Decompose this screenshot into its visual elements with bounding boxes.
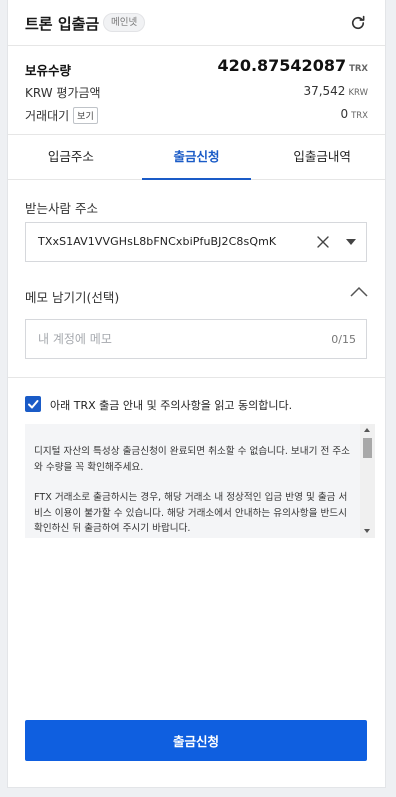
submit-withdraw-button[interactable]: 출금신청 — [25, 720, 367, 761]
notice-box: 디지털 자산의 특성상 출금신청이 완료되면 취소할 수 없습니다. 보내기 전… — [25, 424, 375, 538]
chevron-up-icon[interactable] — [350, 286, 368, 298]
notice-paragraph: 디지털 자산의 특성상 출금신청이 완료되면 취소할 수 없습니다. 보내기 전… — [34, 446, 350, 473]
holdings-value-group: 420.87542087 TRX — [218, 56, 368, 75]
holdings-label: 보유수량 — [25, 63, 72, 78]
recipient-address-value: TXxS1AV1VVGHsL8bFNCxbiPfuBJ2C8sQmK — [38, 235, 277, 248]
scroll-up-icon[interactable] — [364, 428, 370, 432]
dropdown-caret-icon[interactable] — [346, 239, 356, 245]
krw-unit: KRW — [348, 88, 368, 98]
memo-char-count: 0/15 — [331, 333, 356, 346]
notice-scrollbar[interactable] — [360, 424, 375, 538]
memo-label: 메모 남기기(선택) — [25, 290, 120, 305]
tab-deposit-address[interactable]: 입금주소 — [8, 135, 134, 179]
panel-header: 트론 입출금 메인넷 — [8, 0, 385, 46]
krw-value-group: 37,542 KRW — [303, 84, 368, 98]
pending-unit: TRX — [351, 111, 368, 121]
scrollbar-thumb[interactable] — [363, 438, 372, 458]
refresh-icon[interactable] — [349, 14, 367, 32]
notice-content: 디지털 자산의 특성상 출금신청이 완료되면 취소할 수 없습니다. 보내기 전… — [34, 444, 356, 538]
scroll-down-icon[interactable] — [364, 529, 370, 533]
pending-value-group: 0 TRX — [340, 107, 368, 121]
page-title: 트론 입출금 — [25, 15, 100, 33]
tab-withdraw-request[interactable]: 출금신청 — [134, 135, 260, 180]
view-pending-button[interactable]: 보기 — [73, 107, 98, 124]
check-icon — [28, 400, 39, 409]
pending-value: 0 — [340, 107, 349, 121]
memo-input[interactable] — [26, 320, 366, 358]
tab-bar: 입금주소 출금신청 입출금내역 — [8, 134, 385, 180]
network-badge: 메인넷 — [103, 13, 146, 32]
pending-label: 거래대기 — [25, 109, 70, 123]
notice-paragraph: FTX 거래소로 출금하시는 경우, 해당 거래소 내 정상적인 입금 반영 및… — [34, 492, 348, 534]
memo-field: 0/15 — [25, 319, 367, 359]
memo-toggle[interactable]: 메모 남기기(선택) — [8, 282, 385, 308]
holdings-value: 420.87542087 — [217, 56, 347, 75]
pending-label-group: 거래대기 보기 — [25, 107, 98, 124]
holdings-unit: TRX — [349, 64, 368, 74]
krw-label: KRW 평가금액 — [25, 86, 101, 100]
tab-history[interactable]: 입출금내역 — [259, 135, 385, 179]
krw-value: 37,542 — [303, 84, 346, 98]
section-divider — [8, 377, 385, 378]
balance-summary: 보유수량 420.87542087 TRX KRW 평가금액 37,542 KRW … — [8, 46, 385, 134]
agreement-checkbox[interactable] — [25, 396, 41, 412]
clear-icon[interactable] — [316, 235, 330, 249]
recipient-address-select[interactable]: TXxS1AV1VVGHsL8bFNCxbiPfuBJ2C8sQmK — [25, 222, 367, 262]
agreement-text: 아래 TRX 출금 안내 및 주의사항을 읽고 동의합니다. — [50, 399, 293, 412]
recipient-label: 받는사람 주소 — [25, 201, 98, 216]
withdraw-panel: 트론 입출금 메인넷 보유수량 420.87542087 TRX KRW 평가금액… — [7, 0, 386, 788]
